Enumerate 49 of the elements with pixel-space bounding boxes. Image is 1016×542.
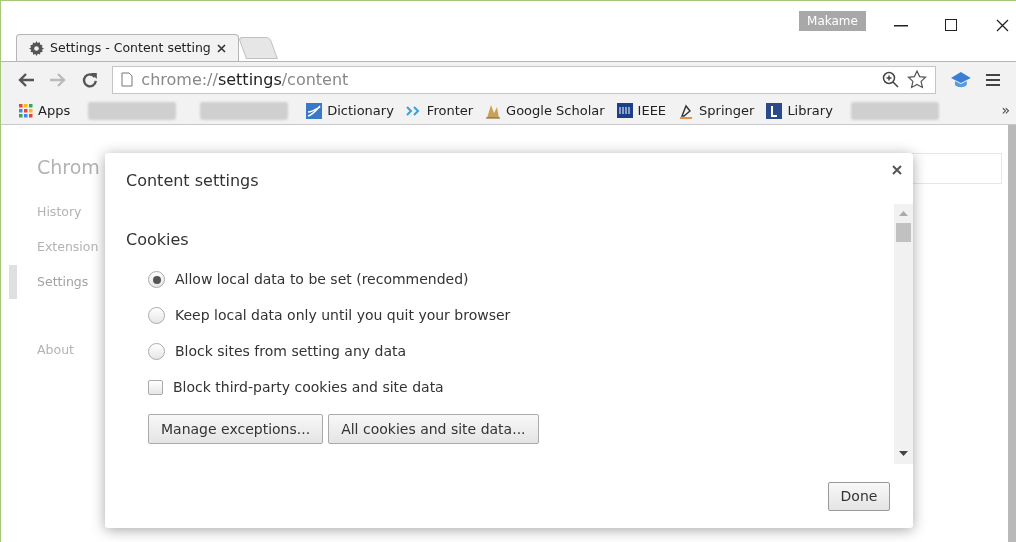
more-bookmarks-chevron[interactable]: » — [1001, 100, 1010, 121]
scrollbar-thumb[interactable] — [896, 223, 911, 242]
radio-button[interactable] — [148, 271, 165, 288]
address-bar[interactable]: chrome://settings/content — [112, 65, 937, 94]
url-text: chrome://settings/content — [141, 68, 349, 91]
dialog-button[interactable]: All cookies and site data... — [328, 414, 539, 444]
scroll-up-icon[interactable] — [899, 211, 908, 216]
scrollbar-thumb[interactable] — [1008, 125, 1016, 542]
browser-tab[interactable]: Settings - Content setting — [16, 34, 239, 61]
bookmark-link[interactable]: Springer — [699, 100, 755, 121]
radio-button[interactable] — [148, 307, 165, 324]
option-label: Keep local data only until you quit your browser — [175, 306, 511, 325]
done-button[interactable]: Done — [828, 482, 890, 511]
option-label: Allow local data to be set (recommended) — [175, 270, 469, 289]
dialog-button[interactable]: Manage exceptions... — [148, 414, 324, 444]
graduation-cap-icon[interactable] — [950, 70, 973, 89]
book-icon — [306, 102, 323, 119]
scroll-down-icon[interactable] — [899, 451, 908, 456]
menu-icon[interactable] — [986, 72, 1000, 87]
back-arrow-icon[interactable] — [17, 71, 35, 88]
letter-icon — [766, 102, 783, 119]
bookmark-link[interactable]: Google Scholar — [506, 100, 605, 121]
minimize-icon[interactable] — [894, 25, 908, 27]
close-icon[interactable] — [892, 165, 902, 175]
reload-icon[interactable] — [80, 70, 99, 89]
option-label: Block sites from setting any data — [175, 342, 407, 361]
zoom-icon[interactable] — [882, 71, 900, 88]
bookmark-link[interactable]: IEEE — [637, 100, 667, 121]
option-label: Block third-party cookies and site data — [173, 378, 444, 397]
bookmark-link[interactable]: Fronter — [426, 100, 474, 121]
apps-grid-icon — [19, 103, 33, 118]
gear-icon — [29, 40, 44, 56]
new-tab-button[interactable] — [238, 37, 278, 59]
page-title: Chrom — [37, 155, 100, 180]
star-icon[interactable] — [907, 70, 928, 89]
bookmark-link[interactable]: Library — [787, 100, 833, 121]
close-icon[interactable] — [996, 19, 1009, 32]
bookmark-link[interactable]: Dictionary — [327, 100, 394, 121]
bookmark-link[interactable]: Apps — [38, 100, 71, 121]
selected-indicator — [9, 265, 17, 299]
tab-title: Settings - Content setting — [50, 38, 211, 57]
striped-square-icon — [616, 102, 633, 119]
page-icon — [121, 72, 134, 87]
section-heading: Cookies — [126, 229, 189, 251]
radio-button[interactable] — [148, 343, 165, 360]
close-icon[interactable] — [217, 43, 226, 53]
maximize-icon[interactable] — [945, 19, 957, 31]
checkbox[interactable] — [148, 380, 163, 395]
dialog-title: Content settings — [126, 170, 259, 192]
